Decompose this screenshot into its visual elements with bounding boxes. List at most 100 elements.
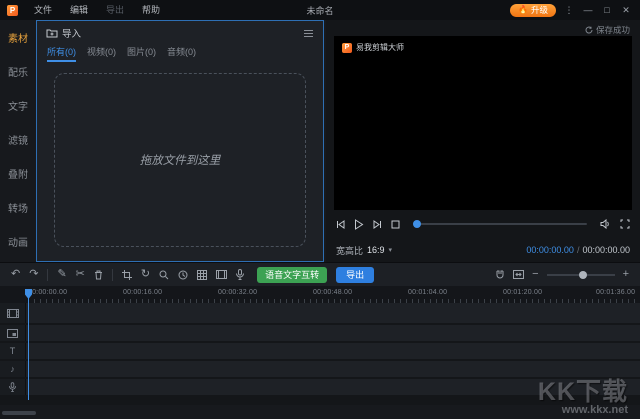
magnet-snap-icon[interactable] [495, 270, 505, 280]
import-button[interactable]: 导入 [46, 26, 81, 40]
delete-trash-icon[interactable] [94, 270, 103, 280]
sidebar-item-text[interactable]: 文字 [0, 88, 36, 122]
sidebar-item-filter[interactable]: 滤镜 [0, 122, 36, 156]
play-button[interactable] [354, 219, 364, 230]
maximize-button[interactable]: □ [601, 0, 613, 20]
text-track-lane[interactable] [26, 343, 640, 359]
pip-track-lane[interactable] [26, 325, 640, 341]
edit-pen-icon[interactable]: ✎ [57, 269, 66, 280]
track-row-music: ♪ [0, 361, 640, 377]
music-track-icon[interactable]: ♪ [0, 361, 26, 377]
aspect-ratio-dropdown[interactable]: 宽高比 16:9 ▾ [336, 244, 392, 257]
list-view-icon[interactable] [303, 29, 314, 38]
scrollbar-thumb[interactable] [2, 411, 36, 415]
brand-watermark: P 易我剪辑大师 [342, 42, 404, 53]
video-track-lane[interactable] [26, 303, 640, 323]
import-label: 导入 [62, 26, 81, 40]
flame-icon: 🔥 [518, 6, 528, 14]
undo-icon[interactable]: ↶ [11, 269, 20, 280]
preview-panel: 保存成功 P 易我剪辑大师 [326, 20, 640, 262]
volume-icon[interactable] [600, 219, 611, 229]
sidebar-item-transition[interactable]: 转场 [0, 190, 36, 224]
text-track-icon[interactable]: T [0, 343, 26, 359]
sidebar-item-music[interactable]: 配乐 [0, 54, 36, 88]
playhead[interactable] [28, 290, 29, 400]
horizontal-scrollbar[interactable] [0, 410, 640, 416]
track-row-pip [0, 325, 640, 341]
zoom-tool-icon[interactable] [159, 270, 169, 280]
duration-clock-icon[interactable] [178, 270, 188, 280]
titlebar: P 文件 编辑 导出 帮助 未命名 🔥 升级 ⋮ — □ ✕ [0, 0, 640, 20]
more-menu-icon[interactable]: ⋮ [563, 0, 575, 20]
fullscreen-icon[interactable] [620, 219, 630, 229]
voiceover-track-icon[interactable] [0, 379, 26, 395]
ruler-label: 00:01:36.00 [596, 289, 635, 296]
fit-timeline-icon[interactable] [513, 270, 524, 279]
media-panel: 导入 所有(0) 视频(0) 图片(0) 音频(0) 拖放文件到这里 [36, 20, 324, 262]
zoom-in-button[interactable]: + [623, 269, 629, 280]
video-preview: P 易我剪辑大师 [334, 36, 632, 210]
time-total: 00:00:00.00 [582, 245, 630, 255]
seek-slider[interactable] [413, 223, 587, 225]
redo-icon[interactable]: ↷ [29, 269, 38, 280]
media-header: 导入 [37, 21, 323, 45]
zoom-slider-handle[interactable] [579, 271, 587, 279]
ruler-label: 00:00:16.00 [123, 289, 162, 296]
music-track-lane[interactable] [26, 361, 640, 377]
rotate-icon[interactable]: ↻ [141, 269, 150, 280]
timeline-ruler[interactable]: 00:00:00.00 00:00:16.00 00:00:32.00 00:0… [0, 286, 640, 303]
brand-logo-icon: P [342, 43, 352, 53]
aspect-value: 16:9 [367, 245, 385, 255]
mosaic-icon[interactable] [197, 270, 207, 280]
ruler-label: 00:00:32.00 [218, 289, 257, 296]
pip-track-icon[interactable] [0, 325, 26, 341]
save-status: 保存成功 [585, 24, 630, 36]
menu-file[interactable]: 文件 [25, 0, 61, 20]
zoom-slider[interactable] [547, 274, 615, 276]
track-row-text: T [0, 343, 640, 359]
tab-audio[interactable]: 音频(0) [167, 45, 196, 60]
minimize-button[interactable]: — [582, 0, 594, 20]
step-forward-button[interactable] [373, 220, 382, 229]
split-scissors-icon[interactable]: ✂ [76, 269, 85, 280]
close-button[interactable]: ✕ [620, 0, 632, 20]
freeze-frame-icon[interactable] [216, 270, 227, 279]
sidebar-item-overlay[interactable]: 叠附 [0, 156, 36, 190]
media-dropzone[interactable]: 拖放文件到这里 [54, 73, 306, 247]
chevron-down-icon: ▾ [389, 246, 393, 254]
crop-icon[interactable] [122, 270, 132, 280]
menu-edit[interactable]: 编辑 [61, 0, 97, 20]
zoom-out-button[interactable]: − [532, 269, 538, 280]
speech-text-label: 语音文字互转 [265, 268, 319, 281]
tab-all[interactable]: 所有(0) [47, 45, 76, 62]
toolbar-divider [47, 269, 48, 281]
stop-button[interactable] [391, 220, 400, 229]
media-tabs: 所有(0) 视频(0) 图片(0) 音频(0) [37, 45, 323, 61]
preview-footer: 宽高比 16:9 ▾ 00:00:00.00/00:00:00.00 [336, 242, 630, 258]
track-row-video [0, 303, 640, 323]
ruler-label: 00:00:00.00 [28, 289, 67, 296]
speech-text-button[interactable]: 语音文字互转 [257, 267, 327, 283]
menu-help[interactable]: 帮助 [133, 0, 169, 20]
seek-handle[interactable] [413, 220, 421, 228]
tab-video[interactable]: 视频(0) [87, 45, 116, 60]
sidebar-item-animation[interactable]: 动画 [0, 224, 36, 258]
sidebar-item-media[interactable]: 素材 [0, 20, 36, 54]
upgrade-button[interactable]: 🔥 升级 [510, 4, 556, 17]
step-back-button[interactable] [336, 220, 345, 229]
track-row-voiceover [0, 379, 640, 395]
timeline-zoom-controls: − + [495, 269, 629, 280]
export-button[interactable]: 导出 [336, 267, 374, 283]
sidebar: 素材 配乐 文字 滤镜 叠附 转场 动画 [0, 20, 36, 262]
upgrade-label: 升级 [531, 4, 548, 16]
tab-image[interactable]: 图片(0) [127, 45, 156, 60]
voiceover-track-lane[interactable] [26, 379, 640, 395]
menu-export[interactable]: 导出 [97, 0, 133, 20]
time-current: 00:00:00.00 [526, 245, 574, 255]
aspect-label: 宽高比 [336, 244, 363, 257]
brand-name: 易我剪辑大师 [356, 42, 404, 53]
microphone-icon[interactable] [236, 269, 244, 280]
app-window: P 文件 编辑 导出 帮助 未命名 🔥 升级 ⋮ — □ ✕ 素材 配乐 文字 … [0, 0, 640, 419]
video-track-icon[interactable] [0, 303, 26, 323]
dropzone-hint: 拖放文件到这里 [140, 152, 221, 168]
